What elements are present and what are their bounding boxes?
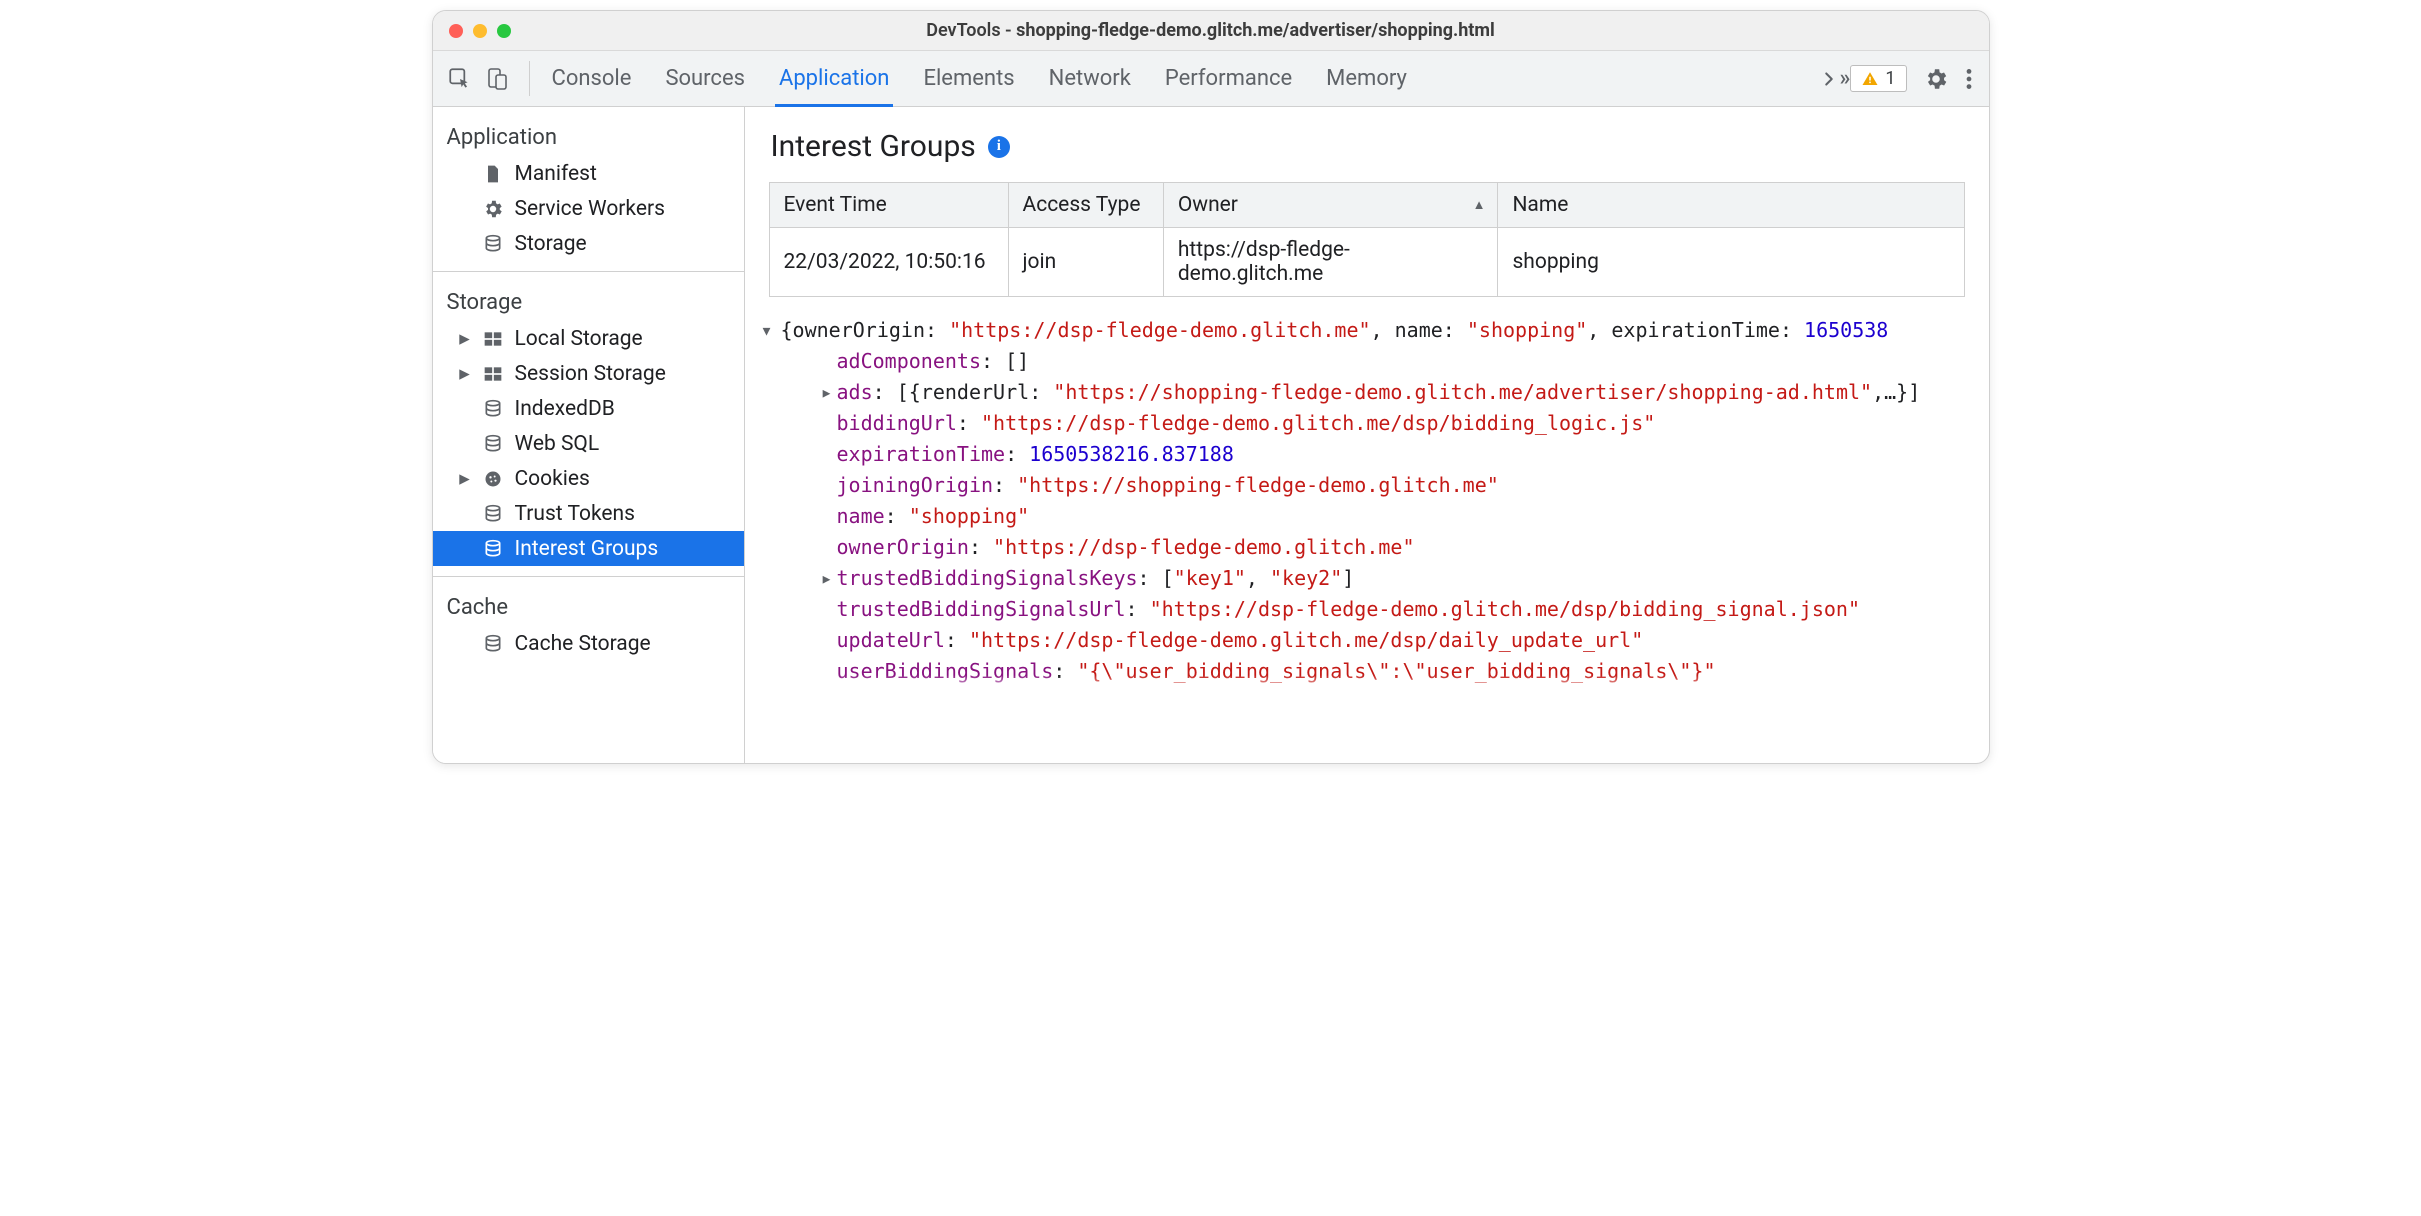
minimize-window-button[interactable]: [473, 24, 487, 38]
info-icon[interactable]: i: [988, 136, 1010, 158]
devtools-window: DevTools - shopping-fledge-demo.glitch.m…: [432, 10, 1990, 764]
sidebar-item-session-storage[interactable]: ▸ Session Storage: [433, 356, 744, 391]
sidebar-section-title: Cache: [433, 585, 744, 626]
caret-icon[interactable]: ▸: [817, 563, 837, 594]
device-toolbar-icon[interactable]: [485, 66, 509, 92]
db-icon: [481, 504, 505, 524]
sidebar-item-interest-groups[interactable]: ▸Interest Groups: [433, 531, 744, 566]
sidebar-item-service-workers[interactable]: ▸Service Workers: [433, 191, 744, 226]
col-access-type[interactable]: Access Type: [1008, 183, 1163, 228]
tab-elements[interactable]: Elements: [923, 51, 1014, 106]
main-panel: Interest Groups i Event TimeAccess TypeO…: [745, 107, 1989, 763]
sidebar-item-label: Session Storage: [515, 362, 666, 386]
sidebar-item-label: Cache Storage: [515, 632, 651, 656]
sidebar-item-label: Service Workers: [515, 197, 665, 221]
caret-icon[interactable]: ▸: [817, 377, 837, 408]
tab-performance[interactable]: Performance: [1165, 51, 1292, 106]
caret-icon: ▸: [459, 361, 471, 386]
db-icon: [481, 634, 505, 654]
object-tree[interactable]: ▾{ownerOrigin: "https://dsp-fledge-demo.…: [745, 297, 1989, 687]
sidebar-item-trust-tokens[interactable]: ▸Trust Tokens: [433, 496, 744, 531]
sidebar-item-label: Manifest: [515, 162, 597, 186]
sidebar-item-label: Local Storage: [515, 327, 643, 351]
db-icon: [481, 399, 505, 419]
sidebar-item-label: Interest Groups: [515, 537, 659, 561]
col-event-time[interactable]: Event Time: [769, 183, 1008, 228]
col-name[interactable]: Name: [1498, 183, 1964, 228]
interest-groups-table: Event TimeAccess TypeOwner▲Name 22/03/20…: [769, 182, 1965, 297]
caret-icon: ▸: [459, 466, 471, 491]
sidebar-item-local-storage[interactable]: ▸ Local Storage: [433, 321, 744, 356]
sidebar-item-label: Web SQL: [515, 432, 600, 456]
sidebar-item-storage[interactable]: ▸Storage: [433, 226, 744, 261]
tab-console[interactable]: Console: [552, 51, 632, 106]
zoom-window-button[interactable]: [497, 24, 511, 38]
window-controls: [433, 24, 511, 38]
sidebar-item-manifest[interactable]: ▸Manifest: [433, 156, 744, 191]
inspect-element-icon[interactable]: [447, 66, 473, 92]
sidebar-item-web-sql[interactable]: ▸Web SQL: [433, 426, 744, 461]
table-row[interactable]: 22/03/2022, 10:50:16joinhttps://dsp-fled…: [769, 228, 1964, 297]
sidebar-section-title: Storage: [433, 280, 744, 321]
application-sidebar: Application▸Manifest▸Service Workers▸Sto…: [433, 107, 745, 763]
panel-heading: Interest Groups i: [745, 107, 1989, 182]
sidebar-item-label: Trust Tokens: [515, 502, 635, 526]
grid-icon: [481, 330, 505, 348]
window-title: DevTools - shopping-fledge-demo.glitch.m…: [433, 20, 1989, 41]
main-toolbar: Console Sources Application Elements Network…: [433, 51, 1989, 107]
more-tabs-icon[interactable]: »: [1818, 66, 1851, 91]
warnings-badge[interactable]: 1: [1850, 65, 1906, 92]
tab-sources[interactable]: Sources: [665, 51, 745, 106]
sidebar-item-label: Cookies: [515, 467, 590, 491]
sort-arrow-icon: ▲: [1473, 197, 1486, 213]
kebab-menu-icon[interactable]: [1965, 66, 1973, 92]
sidebar-item-indexeddb[interactable]: ▸IndexedDB: [433, 391, 744, 426]
warnings-count: 1: [1885, 68, 1895, 89]
caret-down-icon[interactable]: ▾: [753, 315, 781, 346]
close-window-button[interactable]: [449, 24, 463, 38]
gear-icon: [481, 198, 505, 220]
col-owner[interactable]: Owner▲: [1163, 183, 1498, 228]
db-icon: [481, 434, 505, 454]
sidebar-section-title: Application: [433, 115, 744, 156]
tab-network[interactable]: Network: [1049, 51, 1131, 106]
file-icon: [481, 163, 505, 185]
cookie-icon: [481, 469, 505, 489]
sidebar-item-cookies[interactable]: ▸ Cookies: [433, 461, 744, 496]
sidebar-item-cache-storage[interactable]: ▸Cache Storage: [433, 626, 744, 661]
tab-memory[interactable]: Memory: [1326, 51, 1407, 106]
db-icon: [481, 234, 505, 254]
tab-application[interactable]: Application: [779, 51, 889, 106]
titlebar: DevTools - shopping-fledge-demo.glitch.m…: [433, 11, 1989, 51]
settings-gear-icon[interactable]: [1923, 66, 1949, 92]
sidebar-item-label: IndexedDB: [515, 397, 615, 421]
db-icon: [481, 539, 505, 559]
sidebar-item-label: Storage: [515, 232, 587, 256]
caret-icon: ▸: [459, 326, 471, 351]
grid-icon: [481, 365, 505, 383]
